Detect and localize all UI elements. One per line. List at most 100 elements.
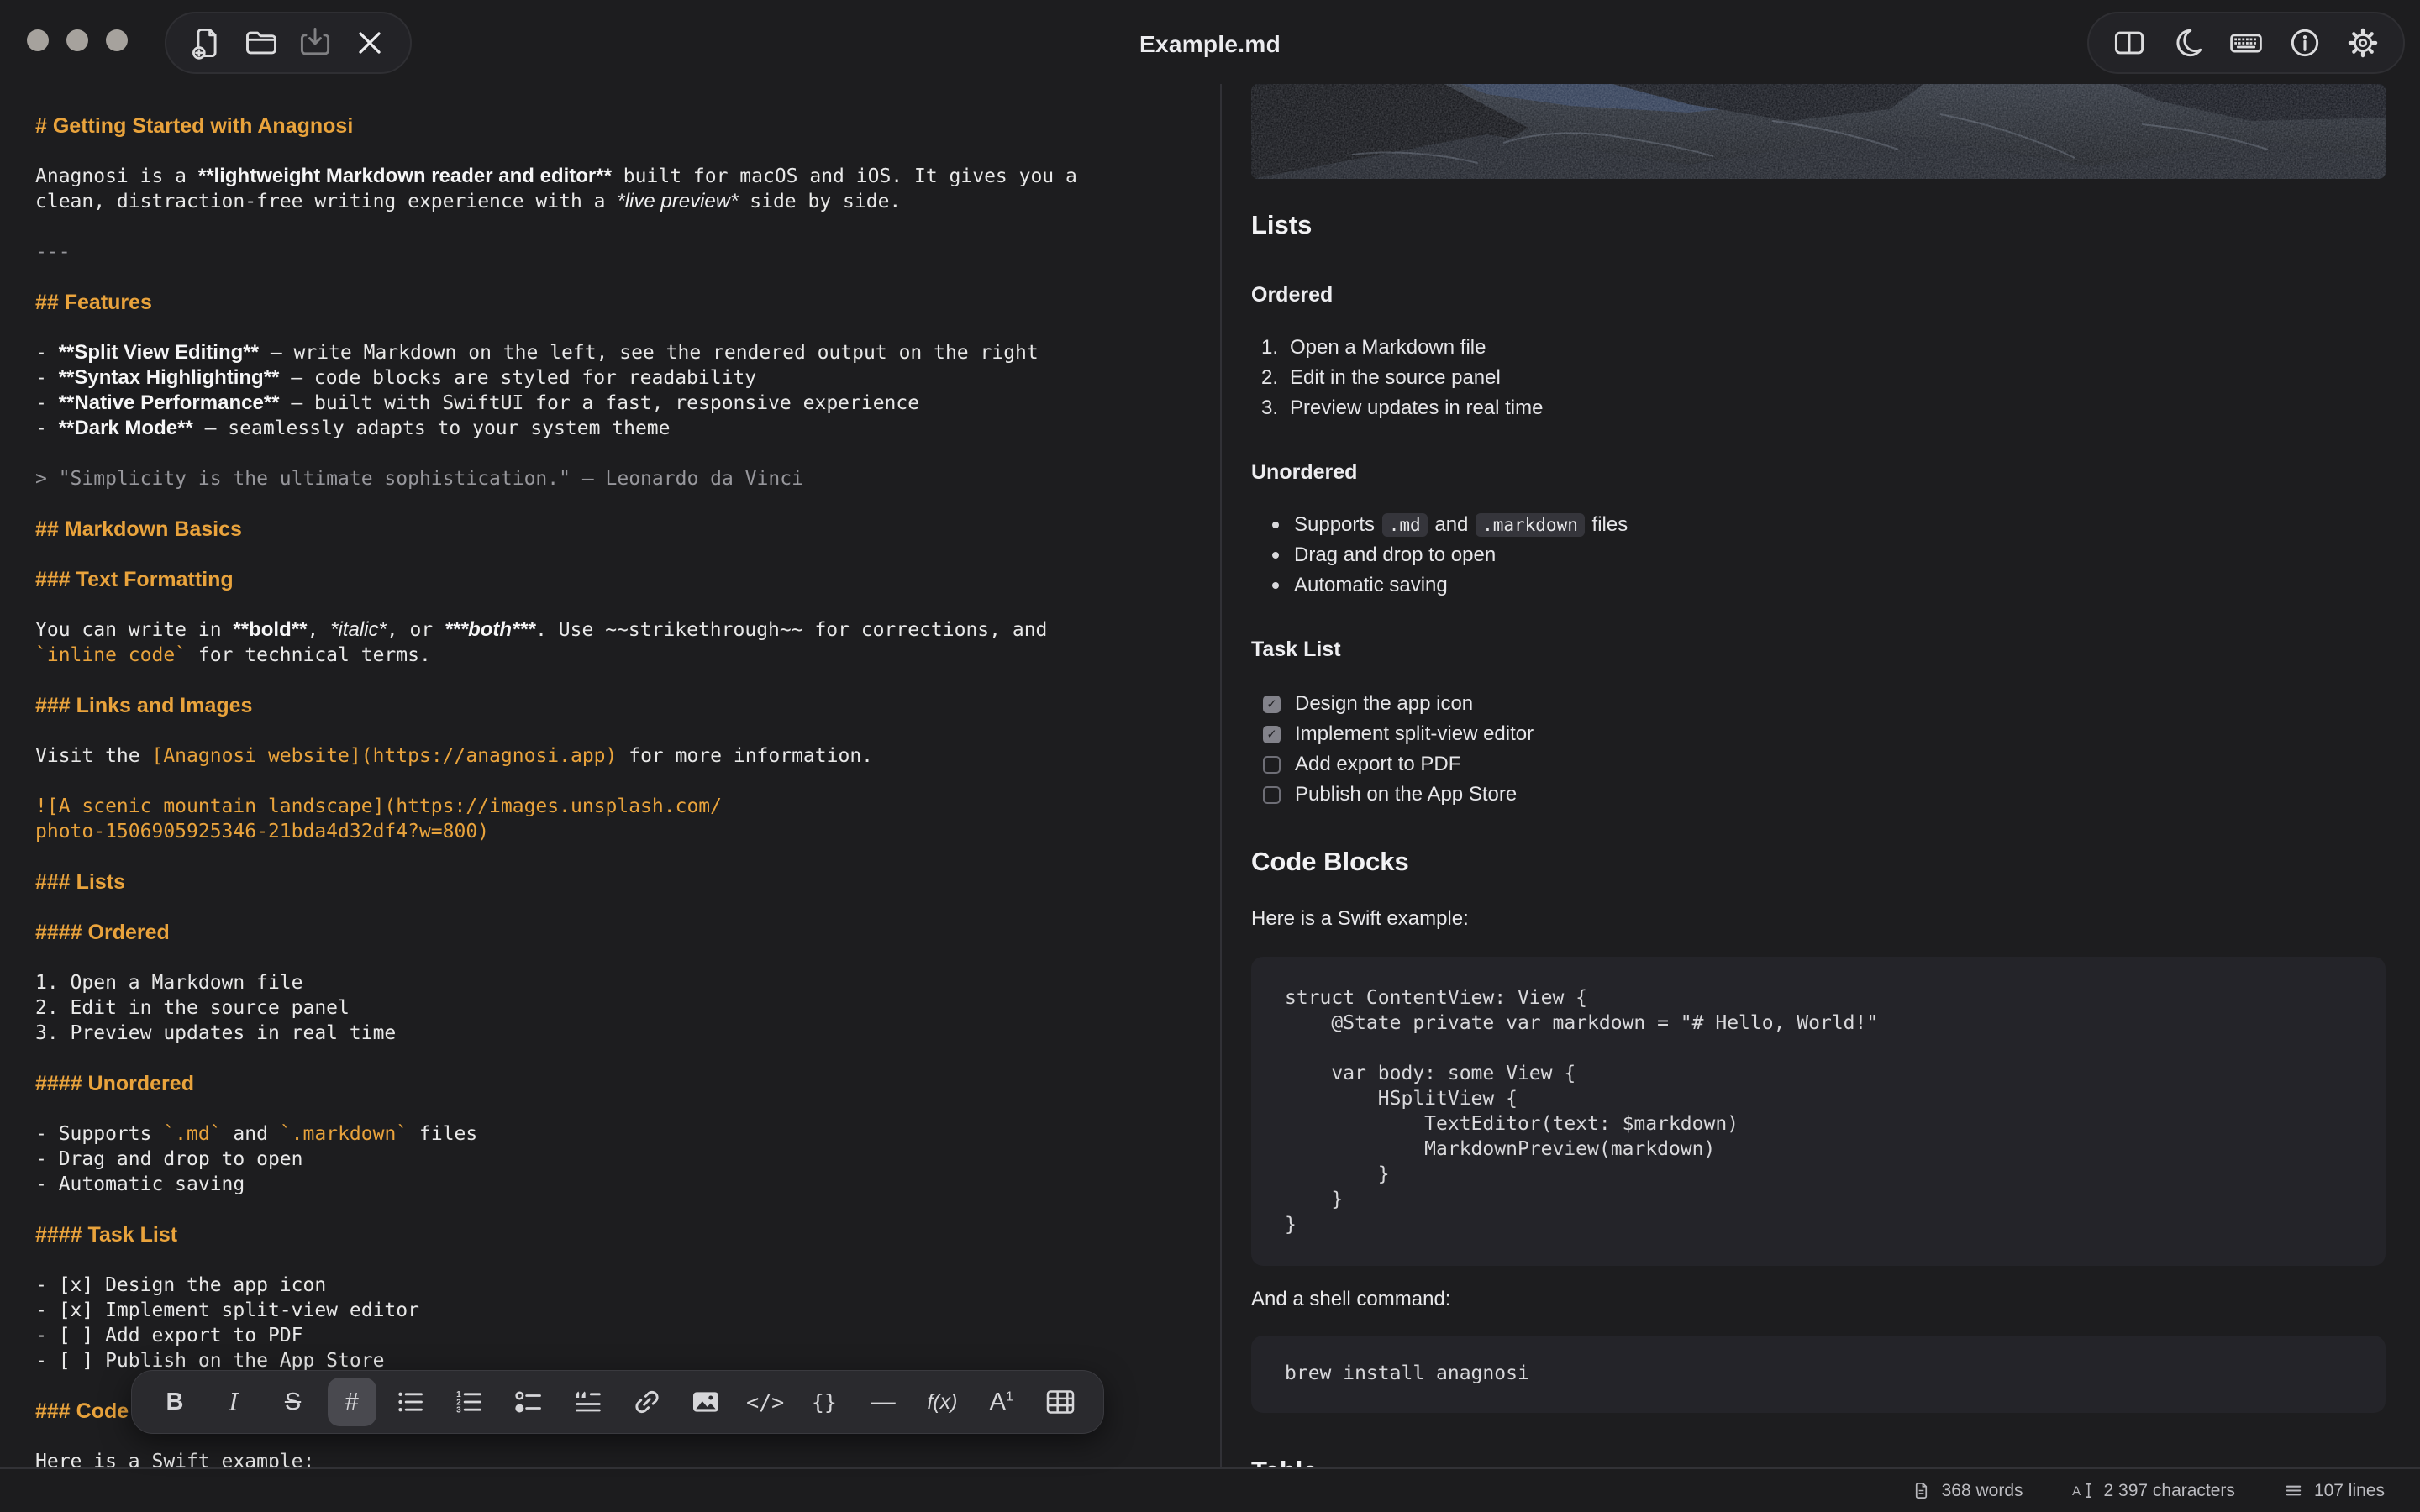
shell-code-block: brew install anagnosi [1251, 1336, 2386, 1413]
text-cursor-icon: A [2072, 1481, 2093, 1500]
keyboard-button[interactable] [2223, 19, 2270, 66]
markdown-source-editor[interactable]: # Getting Started with Anagnosi Anagnosi … [35, 113, 1218, 1474]
unordered-list-item: Automatic saving [1251, 570, 1628, 601]
info-button[interactable] [2281, 19, 2328, 66]
task-list-item: ✓Design the app icon [1251, 689, 1534, 719]
checked-checkbox[interactable]: ✓ [1263, 696, 1281, 713]
table-button[interactable] [1036, 1378, 1085, 1426]
preview-hero-image [1251, 84, 2386, 179]
table-icon [1044, 1385, 1077, 1419]
split-view-button[interactable] [2106, 19, 2153, 66]
editor-line [35, 542, 1218, 567]
ordered-list-icon: 123 [453, 1385, 487, 1419]
editor-line: #### Unordered [35, 1071, 1218, 1096]
image-icon [689, 1385, 723, 1419]
task-list-icon [513, 1385, 546, 1419]
unchecked-checkbox[interactable] [1263, 786, 1281, 804]
preview-shell-intro: And a shell command: [1251, 1288, 1450, 1311]
editor-line [35, 945, 1218, 970]
shell-code: brew install anagnosi [1251, 1336, 2386, 1386]
preview-ordered-list: 1.Open a Markdown file2.Edit in the sour… [1251, 333, 1543, 423]
preview-heading-unordered: Unordered [1251, 460, 1357, 485]
editor-line: # Getting Started with Anagnosi [35, 113, 1218, 139]
editor-line: - Automatic saving [35, 1172, 1218, 1197]
preview-heading-ordered: Ordered [1251, 283, 1333, 307]
editor-line: - **Syntax Highlighting** — code blocks … [35, 365, 1218, 391]
window-title: Example.md [0, 31, 2420, 58]
editor-line: clean, distraction-free writing experien… [35, 189, 1218, 214]
editor-line: photo-1506905925346-21bda4d32df4?w=800) [35, 819, 1218, 844]
code-button[interactable]: </> [741, 1378, 790, 1426]
editor-line [35, 491, 1218, 517]
view-toolbar [2087, 12, 2405, 74]
ordered-list-button[interactable]: 123 [445, 1378, 494, 1426]
link-button[interactable] [623, 1378, 671, 1426]
status-bar: 368 wordsA2 397 characters107 lines [0, 1467, 2420, 1512]
settings-gear-button[interactable] [2339, 19, 2386, 66]
ordered-list-item: 3.Preview updates in real time [1251, 393, 1543, 423]
ordered-list-item: 2.Edit in the source panel [1251, 363, 1543, 393]
image-button[interactable] [681, 1378, 730, 1426]
preview-unordered-list: Supports .md and .markdown filesDrag and… [1251, 510, 1628, 601]
preview-task-list: ✓Design the app icon✓Implement split-vie… [1251, 689, 1534, 810]
status-item: A 2 397 characters [2072, 1481, 2235, 1501]
unordered-list-button[interactable] [387, 1378, 435, 1426]
braces-icon: {} [812, 1390, 837, 1415]
task-list-item: Publish on the App Store [1251, 780, 1534, 810]
blockquote-button[interactable] [564, 1378, 613, 1426]
editor-line [35, 214, 1218, 239]
editor-line [35, 592, 1218, 617]
editor-line: You can write in **bold**, *italic*, or … [35, 617, 1218, 643]
editor-line: ### Links and Images [35, 693, 1218, 718]
editor-line: `inline code` for technical terms. [35, 643, 1218, 668]
editor-line: - **Split View Editing** — write Markdow… [35, 340, 1218, 365]
lines-icon [2284, 1481, 2303, 1500]
editor-line [35, 1247, 1218, 1273]
editor-line [35, 1046, 1218, 1071]
format-toolbar: BIS#123 </> {} — f(x) A1 [131, 1370, 1104, 1434]
unordered-list-item: Supports .md and .markdown files [1251, 510, 1628, 540]
strikethrough-button[interactable]: S [269, 1378, 318, 1426]
editor-line [35, 315, 1218, 340]
info-icon [2286, 24, 2323, 61]
settings-gear-icon [2344, 24, 2381, 61]
unchecked-checkbox[interactable] [1263, 756, 1281, 774]
horizontal-rule-button[interactable]: — [859, 1378, 908, 1426]
editor-line: ![A scenic mountain landscape](https://i… [35, 794, 1218, 819]
task-list-item: ✓Implement split-view editor [1251, 719, 1534, 749]
task-list-item: Add export to PDF [1251, 749, 1534, 780]
math-icon: f(x) [927, 1390, 957, 1415]
link-icon [630, 1385, 664, 1419]
superscript-button[interactable]: A1 [977, 1378, 1026, 1426]
editor-line: - Drag and drop to open [35, 1147, 1218, 1172]
math-button[interactable]: f(x) [918, 1378, 966, 1426]
heading-button[interactable]: # [328, 1378, 376, 1426]
horizontal-rule-icon: — [871, 1389, 896, 1416]
unordered-list-item: Drag and drop to open [1251, 540, 1628, 570]
ordered-list-item: 1.Open a Markdown file [1251, 333, 1543, 363]
status-item: 107 lines [2284, 1481, 2385, 1501]
bold-icon: B [166, 1389, 184, 1416]
task-list-button[interactable] [505, 1378, 554, 1426]
editor-line: - **Native Performance** — built with Sw… [35, 391, 1218, 416]
editor-line: #### Task List [35, 1222, 1218, 1247]
preview-swift-intro: Here is a Swift example: [1251, 907, 1469, 931]
editor-line: #### Ordered [35, 920, 1218, 945]
code-icon: </> [746, 1390, 784, 1415]
dark-mode-moon-button[interactable] [2165, 19, 2212, 66]
keyboard-icon [2228, 24, 2265, 61]
braces-button[interactable]: {} [800, 1378, 849, 1426]
editor-line [35, 1197, 1218, 1222]
checked-checkbox[interactable]: ✓ [1263, 726, 1281, 743]
mountain-landscape-image [1251, 84, 2386, 179]
editor-line: - [x] Implement split-view editor [35, 1298, 1218, 1323]
bold-button[interactable]: B [150, 1378, 199, 1426]
editor-line [35, 895, 1218, 920]
italic-button[interactable]: I [209, 1378, 258, 1426]
editor-line: Anagnosi is a **lightweight Markdown rea… [35, 164, 1218, 189]
status-label: 2 397 characters [2104, 1481, 2235, 1501]
pane-divider[interactable] [1220, 84, 1222, 1467]
preview-heading-codeblocks: Code Blocks [1251, 847, 1409, 877]
bullet-icon [1272, 552, 1279, 559]
editor-line: ## Markdown Basics [35, 517, 1218, 542]
